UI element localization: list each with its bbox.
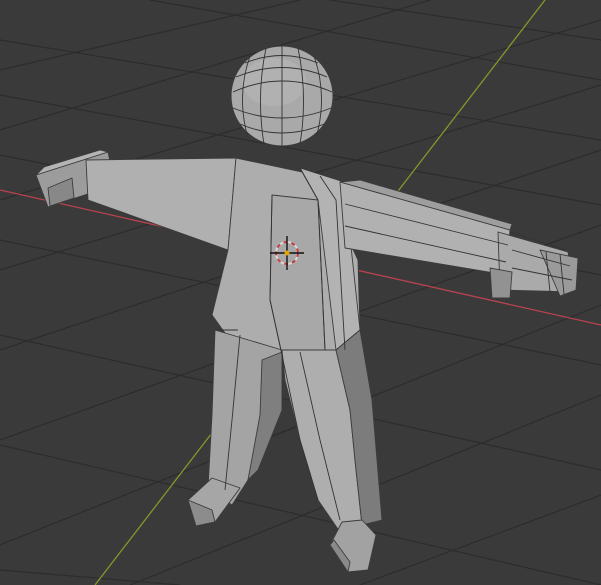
head-sphere[interactable] <box>230 45 334 147</box>
3d-viewport[interactable] <box>0 0 601 585</box>
viewport-canvas[interactable] <box>0 0 601 585</box>
